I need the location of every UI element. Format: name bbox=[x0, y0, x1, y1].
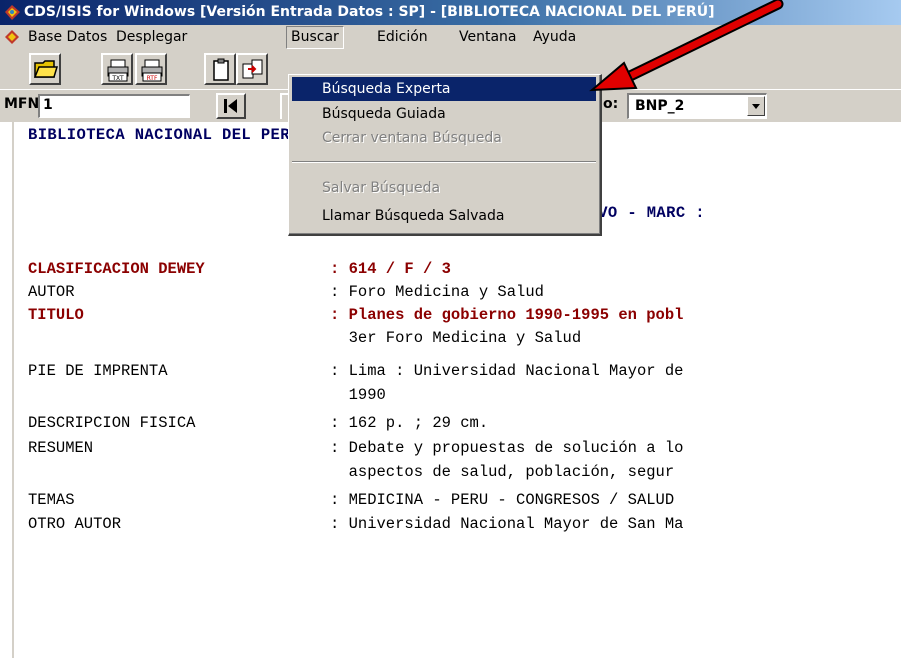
svg-text:TXT: TXT bbox=[111, 75, 124, 82]
field-value: : Planes de gobierno 1990-1995 en pobl bbox=[330, 306, 684, 324]
field-value: : Debate y propuestas de solución a lo bbox=[330, 439, 684, 457]
menu-item-busqueda-experta[interactable]: Búsqueda Experta bbox=[292, 77, 596, 101]
record-header-line1: BIBLIOTECA NACIONAL DEL PERÚ bbox=[28, 126, 300, 144]
menu-base-datos[interactable]: Base Datos bbox=[24, 25, 111, 49]
field-value: 3er Foro Medicina y Salud bbox=[330, 329, 582, 347]
menu-desplegar[interactable]: Desplegar bbox=[112, 25, 191, 49]
field-label: AUTOR bbox=[28, 283, 75, 301]
database-label: o: bbox=[603, 96, 619, 112]
database-value: BNP_2 bbox=[635, 98, 685, 114]
field-value: aspectos de salud, población, segur bbox=[330, 463, 675, 481]
field-label: OTRO AUTOR bbox=[28, 515, 122, 533]
field-value: : 162 p. ; 29 cm. bbox=[330, 414, 489, 432]
field-label: RESUMEN bbox=[28, 439, 94, 457]
field-label: DESCRIPCION FISICA bbox=[28, 414, 196, 432]
menu-separator bbox=[292, 161, 596, 163]
clipboard-icon bbox=[213, 58, 229, 81]
field-value: : MEDICINA - PERU - CONGRESOS / SALUD bbox=[330, 491, 675, 509]
mfn-input[interactable]: 1 bbox=[38, 94, 190, 118]
first-record-button[interactable] bbox=[216, 93, 246, 119]
field-value: : Lima : Universidad Nacional Mayor de bbox=[330, 362, 684, 380]
svg-text:RTF: RTF bbox=[147, 75, 158, 82]
buscar-dropdown-menu: Búsqueda Experta Búsqueda Guiada Cerrar … bbox=[288, 74, 602, 236]
left-divider bbox=[12, 122, 14, 658]
menu-item-salvar-busqueda: Salvar Búsqueda bbox=[322, 180, 441, 196]
print-rtf-icon: RTF bbox=[141, 59, 163, 82]
title-bar[interactable]: CDS/ISIS for Windows [Versión Entrada Da… bbox=[0, 0, 901, 25]
field-label: PIE DE IMPRENTA bbox=[28, 362, 168, 380]
print-rtf-button[interactable]: RTF bbox=[135, 53, 167, 85]
field-label: CLASIFICACION DEWEY bbox=[28, 260, 205, 278]
menu-item-busqueda-guiada[interactable]: Búsqueda Guiada bbox=[292, 102, 596, 126]
print-txt-icon: TXT bbox=[107, 59, 129, 82]
chevron-down-icon[interactable] bbox=[747, 96, 765, 116]
field-value: : 614 / F / 3 bbox=[330, 260, 451, 278]
copy-record-icon bbox=[242, 59, 263, 79]
menu-item-cerrar-ventana-busqueda: Cerrar ventana Búsqueda bbox=[322, 130, 502, 146]
menu-ventana[interactable]: Ventana bbox=[455, 25, 521, 49]
mfn-label: MFN bbox=[4, 96, 40, 112]
window-title: CDS/ISIS for Windows [Versión Entrada Da… bbox=[24, 4, 715, 20]
field-label: TITULO bbox=[28, 306, 84, 324]
clipboard-button[interactable] bbox=[204, 53, 236, 85]
document-icon[interactable] bbox=[4, 29, 20, 45]
open-button[interactable] bbox=[29, 53, 61, 85]
menu-bar: Base Datos Desplegar Buscar Edición Vent… bbox=[0, 25, 901, 49]
app-icon bbox=[5, 5, 20, 20]
field-value: : Universidad Nacional Mayor de San Ma bbox=[330, 515, 684, 533]
field-label: TEMAS bbox=[28, 491, 75, 509]
menu-item-llamar-busqueda-salvada[interactable]: Llamar Búsqueda Salvada bbox=[292, 204, 596, 228]
open-folder-icon bbox=[34, 60, 58, 78]
menu-buscar[interactable]: Buscar bbox=[286, 26, 344, 49]
copy-record-button[interactable] bbox=[236, 53, 268, 85]
first-record-icon bbox=[224, 99, 237, 113]
menu-edicion[interactable]: Edición bbox=[373, 25, 432, 49]
menu-ayuda[interactable]: Ayuda bbox=[529, 25, 580, 49]
database-select[interactable]: BNP_2 bbox=[627, 93, 767, 119]
field-value: : Foro Medicina y Salud bbox=[330, 283, 544, 301]
print-txt-button[interactable]: TXT bbox=[101, 53, 133, 85]
field-value: 1990 bbox=[330, 386, 386, 404]
